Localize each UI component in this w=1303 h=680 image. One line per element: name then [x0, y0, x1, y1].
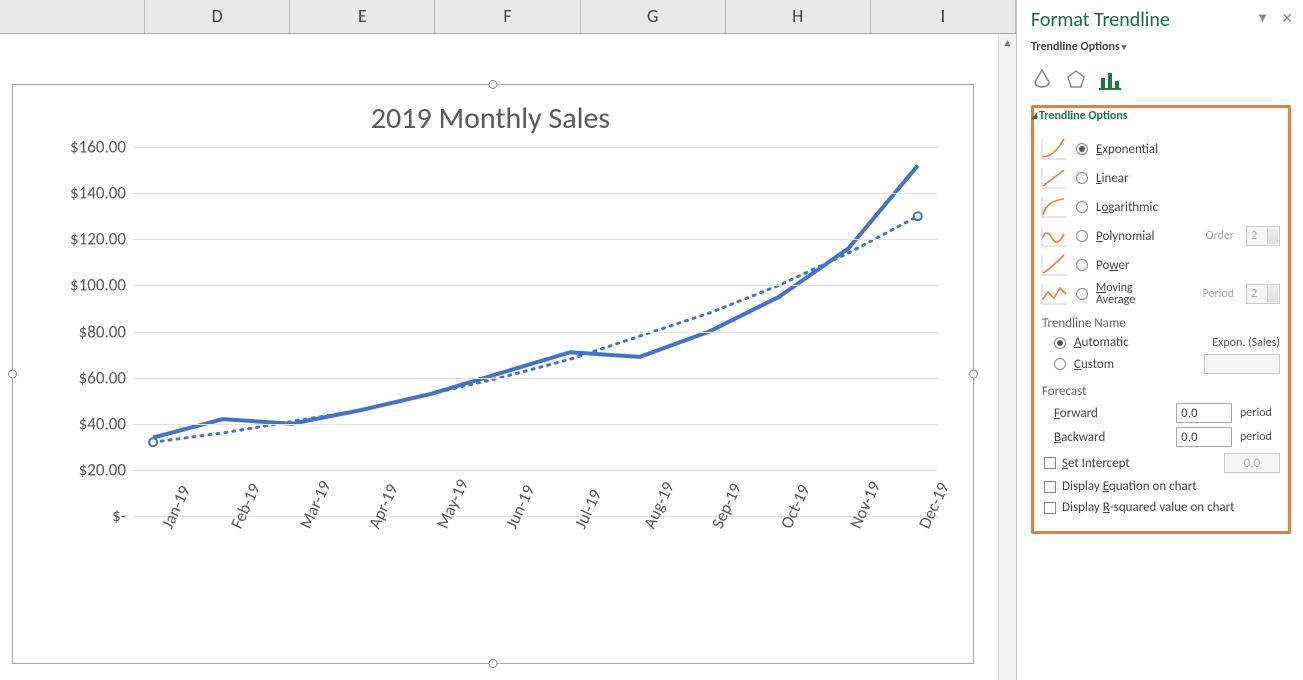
label-equation: Display Equation on chart: [1062, 479, 1197, 494]
automatic-name-value: Expon. (Sales): [1212, 336, 1280, 350]
backward-unit: period: [1240, 430, 1280, 444]
label-polynomial: Polynomial: [1096, 229, 1154, 244]
column-headers: D E F G H I: [0, 0, 1016, 34]
y-axis-label: $100.00: [38, 275, 126, 296]
intercept-input[interactable]: [1224, 453, 1280, 473]
series-sales[interactable]: [153, 165, 918, 437]
option-polynomial[interactable]: Polynomial Order 2: [1040, 224, 1280, 248]
order-spinner[interactable]: 2: [1246, 226, 1280, 246]
moving-average-icon: [1040, 282, 1068, 306]
radio-name-custom[interactable]: [1054, 358, 1066, 370]
chart-object[interactable]: 2019 Monthly Sales $-$20.00$40.00$60.00$…: [12, 84, 974, 664]
col-header-e[interactable]: E: [290, 0, 435, 33]
polynomial-icon: [1040, 224, 1068, 248]
resize-handle-bottom[interactable]: [489, 659, 498, 668]
resize-handle-right[interactable]: [969, 370, 978, 379]
effects-icon[interactable]: [1065, 68, 1087, 90]
label-backward: Backward: [1054, 430, 1105, 445]
y-axis-label: $80.00: [38, 321, 126, 342]
radio-polynomial[interactable]: [1076, 230, 1088, 242]
col-header-f[interactable]: F: [435, 0, 580, 33]
forward-input[interactable]: [1176, 403, 1232, 423]
y-axis-label: $140.00: [38, 183, 126, 204]
name-custom-row[interactable]: Custom: [1054, 354, 1280, 374]
radio-name-automatic[interactable]: [1054, 337, 1066, 349]
radio-logarithmic[interactable]: [1076, 201, 1088, 213]
pane-close-icon[interactable]: ✕: [1281, 10, 1293, 27]
resize-handle-top[interactable]: [489, 80, 498, 89]
highlighted-options-box: Exponential Linear Logarithmic Polynomia…: [1031, 105, 1291, 534]
col-header-d[interactable]: D: [145, 0, 290, 33]
radio-exponential[interactable]: [1076, 143, 1088, 155]
label-linear: Linear: [1096, 171, 1129, 186]
col-header-i[interactable]: I: [871, 0, 1016, 33]
label-power: Power: [1096, 258, 1129, 273]
option-exponential[interactable]: Exponential: [1040, 137, 1280, 161]
trendline-options-icon[interactable]: [1099, 68, 1121, 90]
radio-power[interactable]: [1076, 259, 1088, 271]
name-automatic-row[interactable]: Automatic Expon. (Sales): [1054, 335, 1280, 350]
logarithmic-icon: [1040, 195, 1068, 219]
y-axis-label: $20.00: [38, 459, 126, 480]
format-trendline-pane: Format Trendline ▼ ✕ Trendline Options T…: [1016, 0, 1303, 680]
checkbox-rsquared[interactable]: [1044, 502, 1056, 514]
order-label: Order: [1206, 229, 1234, 243]
fill-line-icon[interactable]: [1031, 68, 1053, 90]
exponential-icon: [1040, 137, 1068, 161]
label-moving: MovingAverage: [1096, 282, 1135, 306]
trendline-name-label: Trendline Name: [1042, 316, 1280, 331]
display-rsquared-row[interactable]: Display R-squared value on chart: [1044, 500, 1280, 515]
option-power[interactable]: Power: [1040, 253, 1280, 277]
forecast-backward-row: Backward period: [1054, 427, 1280, 447]
forecast-forward-row: Forward period: [1054, 403, 1280, 423]
backward-input[interactable]: [1176, 427, 1232, 447]
forward-unit: period: [1240, 406, 1280, 420]
pane-title: Format Trendline: [1031, 8, 1291, 32]
forecast-label: Forecast: [1042, 384, 1280, 399]
col-header-h[interactable]: H: [726, 0, 871, 33]
label-logarithmic: Logarithmic: [1096, 200, 1158, 215]
chart-title[interactable]: 2019 Monthly Sales: [33, 100, 948, 137]
custom-name-input[interactable]: [1204, 354, 1280, 374]
checkbox-set-intercept[interactable]: [1044, 457, 1056, 469]
vertical-scrollbar[interactable]: ▲: [998, 34, 1016, 680]
period-spinner[interactable]: 2: [1246, 284, 1280, 304]
pane-subtitle[interactable]: Trendline Options: [1031, 40, 1291, 54]
label-forward: Forward: [1054, 406, 1098, 421]
y-axis-label: $120.00: [38, 229, 126, 250]
option-linear[interactable]: Linear: [1040, 166, 1280, 190]
plot-area[interactable]: $-$20.00$40.00$60.00$80.00$100.00$120.00…: [133, 147, 938, 517]
pane-menu-icon[interactable]: ▼: [1256, 10, 1269, 26]
y-axis-label: $160.00: [38, 137, 126, 158]
label-set-intercept: Set Intercept: [1062, 456, 1130, 471]
display-equation-row[interactable]: Display Equation on chart: [1044, 479, 1280, 494]
trend-endpoint-end: [914, 212, 922, 220]
y-axis-label: $60.00: [38, 367, 126, 388]
option-logarithmic[interactable]: Logarithmic: [1040, 195, 1280, 219]
y-axis-label: $-: [38, 506, 126, 527]
radio-moving[interactable]: [1076, 288, 1088, 300]
trend-endpoint-start: [149, 438, 157, 446]
label-exponential: Exponential: [1096, 142, 1158, 157]
chart-inner: 2019 Monthly Sales $-$20.00$40.00$60.00$…: [13, 85, 973, 663]
col-gutter: [0, 0, 145, 33]
scroll-up-icon[interactable]: ▲: [1000, 35, 1016, 51]
period-label: Period: [1203, 287, 1235, 301]
series-trendline[interactable]: [153, 216, 918, 442]
power-icon: [1040, 253, 1068, 277]
y-axis-label: $40.00: [38, 413, 126, 434]
pane-category-icons: [1031, 64, 1291, 101]
col-header-g[interactable]: G: [581, 0, 726, 33]
set-intercept-row[interactable]: Set Intercept: [1044, 453, 1280, 473]
x-axis: Jan-19Feb-19Mar-19Apr-19May-19Jun-19Jul-…: [133, 517, 938, 617]
linear-icon: [1040, 166, 1068, 190]
label-custom: Custom: [1074, 357, 1114, 372]
label-automatic: Automatic: [1074, 335, 1129, 350]
resize-handle-left[interactable]: [8, 370, 17, 379]
worksheet-area: D E F G H I ▲ 2019 Monthly Sales $-$20.: [0, 0, 1016, 680]
option-moving-average[interactable]: MovingAverage Period 2: [1040, 282, 1280, 306]
label-rsquared: Display R-squared value on chart: [1062, 500, 1235, 515]
radio-linear[interactable]: [1076, 172, 1088, 184]
checkbox-equation[interactable]: [1044, 481, 1056, 493]
